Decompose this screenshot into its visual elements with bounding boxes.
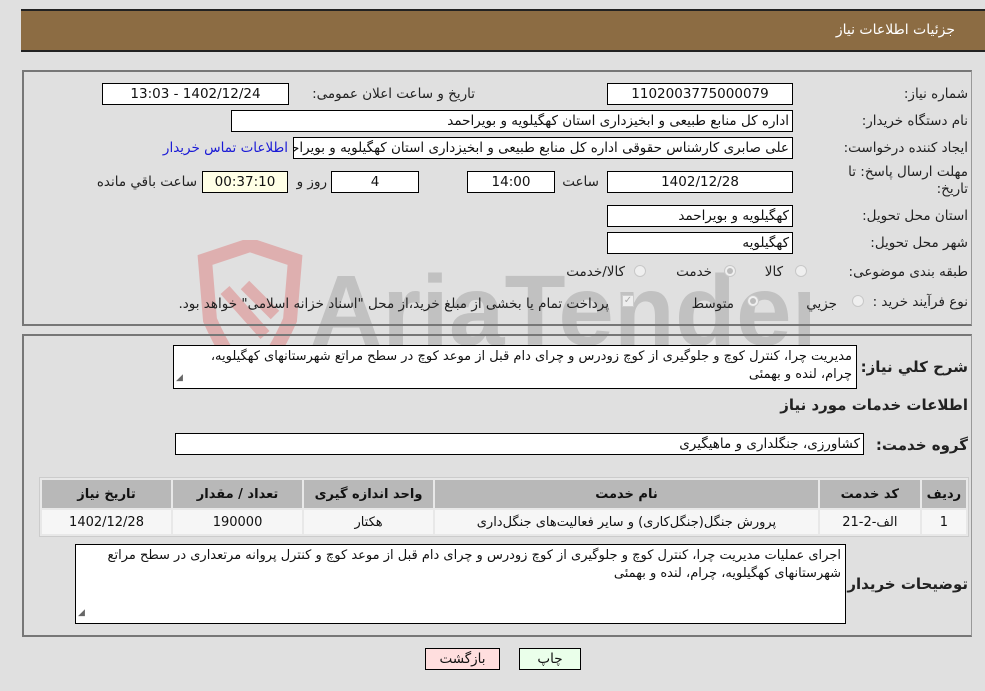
treasury-payment-checkbox[interactable]: ✓ [622, 295, 634, 307]
buyer-notes-textarea[interactable]: اجرای عملیات مدیریت چرا، کنترل کوچ و جلو… [75, 544, 846, 624]
col-unit: واحد اندازه گیری [304, 480, 434, 508]
process-label: نوع فرآیند خرید : [872, 294, 968, 310]
process-radio-minor[interactable] [852, 295, 864, 307]
summary-textarea[interactable]: مدیریت چرا، کنترل کوچ و جلوگیری از کوچ ز… [173, 345, 857, 389]
deadline-label: مهلت ارسال پاسخ: تا تاریخ: [848, 164, 968, 197]
buyer-contact-link[interactable]: اطلاعات تماس خریدار [163, 140, 288, 156]
print-button[interactable]: چاپ [519, 648, 581, 670]
cell-need-date: 1402/12/28 [42, 510, 172, 534]
table-header-row: ردیف کد خدمت نام خدمت واحد اندازه گیری ت… [42, 480, 966, 508]
buyer-notes-text: اجرای عملیات مدیریت چرا، کنترل کوچ و جلو… [107, 548, 841, 581]
page-title: جزئیات اطلاعات نیاز [835, 22, 955, 38]
col-service-name: نام خدمت [435, 480, 818, 508]
category-label: طبقه بندی موضوعی: [848, 264, 968, 280]
remaining-time-field: 00:37:10 [202, 171, 288, 193]
back-button[interactable]: بازگشت [425, 648, 500, 670]
service-group-field: کشاورزی، جنگلداری و ماهیگیری [175, 433, 864, 455]
buyer-org-label: نام دستگاه خریدار: [861, 113, 968, 129]
category-option-goods: کالا [764, 264, 783, 280]
summary-text: مدیریت چرا، کنترل کوچ و جلوگیری از کوچ ز… [210, 349, 852, 382]
province-field: کهگیلویه و بویراحمد [607, 205, 793, 227]
process-option-medium: متوسط [691, 296, 734, 312]
creator-label: ایجاد کننده درخواست: [843, 140, 968, 156]
table-row: 1 الف-2-21 پرورش جنگل(جنگل‌کاری) و سایر … [42, 510, 966, 534]
category-option-service: خدمت [676, 264, 712, 280]
category-radio-service[interactable] [724, 265, 736, 277]
category-radio-goods[interactable] [795, 265, 807, 277]
category-radio-goods-service[interactable] [634, 265, 646, 277]
services-table: ردیف کد خدمت نام خدمت واحد اندازه گیری ت… [39, 477, 969, 537]
creator-field: علی صابری کارشناس حقوقی اداره کل منابع ط… [293, 137, 793, 159]
need-number-label: شماره نیاز: [903, 86, 968, 102]
cell-row-number: 1 [921, 510, 966, 534]
buyer-notes-label: توضیحات خریدار: [841, 575, 968, 593]
remaining-label: ساعت باقي مانده [96, 174, 197, 190]
announce-date-field: 1402/12/24 - 13:03 [102, 83, 289, 105]
process-radio-medium[interactable] [747, 295, 759, 307]
col-quantity: تعداد / مقدار [173, 480, 303, 508]
col-row-number: ردیف [921, 480, 966, 508]
city-field: کهگیلویه [607, 232, 793, 254]
service-group-label: گروه خدمت: [875, 436, 968, 454]
province-label: استان محل تحویل: [862, 208, 968, 224]
cell-quantity: 190000 [173, 510, 303, 534]
resize-grip-icon[interactable]: ◢ [176, 369, 183, 387]
days-label: روز و [296, 174, 327, 190]
col-need-date: تاریخ نیاز [42, 480, 172, 508]
summary-label: شرح کلي نیاز: [860, 358, 968, 376]
cell-service-name: پرورش جنگل(جنگل‌کاری) و سایر فعالیت‌های … [435, 510, 818, 534]
buyer-org-field: اداره کل منابع طبیعی و ابخیزداری استان ک… [231, 110, 793, 132]
process-option-minor: جزيي [806, 296, 837, 312]
announce-date-label: تاریخ و ساعت اعلان عمومی: [312, 86, 475, 102]
deadline-time-field: 14:00 [467, 171, 555, 193]
deadline-date-field: 1402/12/28 [607, 171, 793, 193]
deadline-time-label: ساعت [562, 174, 599, 190]
treasury-payment-note: پرداخت تمام یا بخشی از مبلغ خرید،از محل … [178, 296, 609, 312]
cell-service-code: الف-2-21 [819, 510, 920, 534]
days-remaining-field: 4 [331, 171, 419, 193]
city-label: شهر محل تحویل: [870, 235, 968, 251]
category-option-goods-service: کالا/خدمت [566, 264, 625, 280]
need-number-field: 1102003775000079 [607, 83, 793, 105]
services-heading: اطلاعات خدمات مورد نیاز [780, 396, 968, 414]
resize-grip-icon[interactable]: ◢ [78, 604, 85, 622]
cell-unit: هکتار [304, 510, 434, 534]
page-header: جزئیات اطلاعات نیاز [21, 9, 985, 52]
need-info-panel [22, 70, 972, 326]
col-service-code: کد خدمت [819, 480, 920, 508]
